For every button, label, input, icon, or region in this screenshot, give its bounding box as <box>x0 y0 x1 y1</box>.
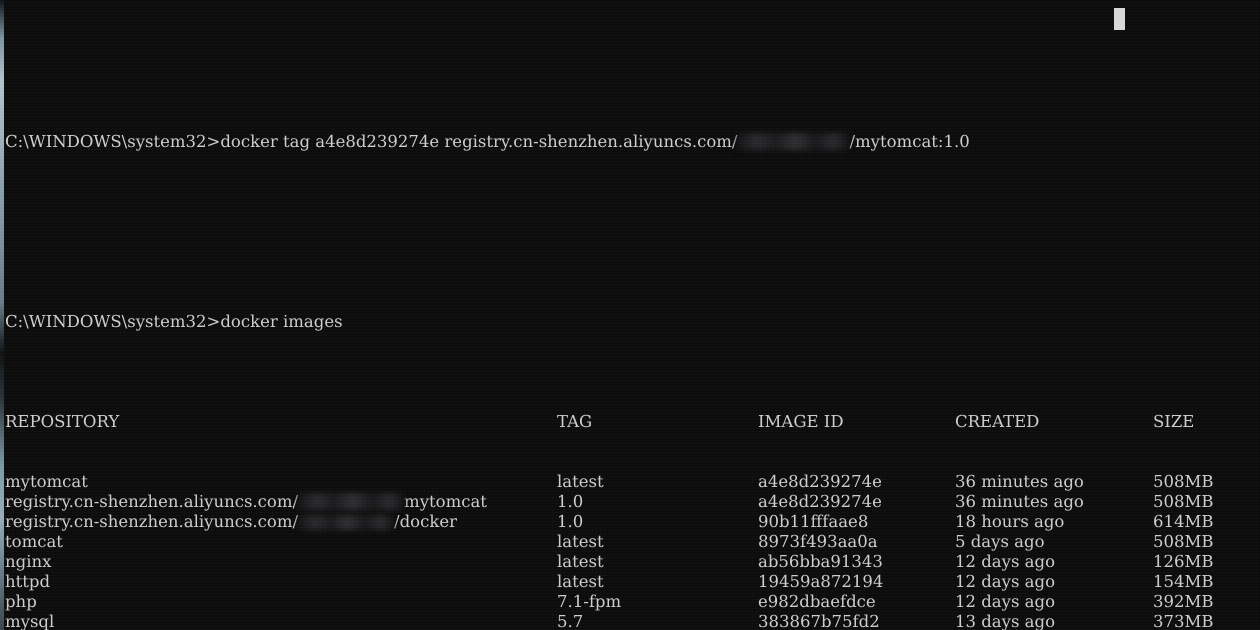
docker-images-command: docker images <box>220 312 343 331</box>
cell-size: 508MB <box>1153 532 1214 551</box>
cell-tag: latest <box>557 472 604 491</box>
cell-size: 392MB <box>1153 592 1214 611</box>
docker-tag-command-prefix: docker tag a4e8d239274e registry.cn-shen… <box>220 132 738 151</box>
namespace-redaction-block <box>298 515 395 530</box>
repository-suffix: mytomcat <box>404 492 487 511</box>
cell-image-id: 90b11fffaae8 <box>758 512 869 531</box>
cell-tag: latest <box>557 572 604 591</box>
cell-created: 36 minutes ago <box>955 492 1084 511</box>
cell-created: 36 minutes ago <box>955 472 1084 491</box>
command-line-docker-images: C:\WINDOWS\system32>docker images <box>5 312 1260 332</box>
column-header-size: SIZE <box>1153 412 1195 431</box>
cell-repository: registry.cn-shenzhen.aliyuncs.com/ /docke… <box>5 512 457 532</box>
cell-image-id: 8973f493aa0a <box>758 532 878 551</box>
cell-size: 614MB <box>1153 512 1214 531</box>
cell-image-id: a4e8d239274e <box>758 472 882 491</box>
cell-tag: 7.1-fpm <box>557 592 622 611</box>
cell-repository: mysql <box>5 612 55 630</box>
text-cursor-block <box>1114 8 1125 30</box>
cell-tag: latest <box>557 532 604 551</box>
cell-image-id: e982dbaefdce <box>758 592 876 611</box>
cell-size: 126MB <box>1153 552 1214 571</box>
cell-repository: nginx <box>5 552 52 571</box>
console-output-area[interactable]: C:\WINDOWS\system32>docker tag a4e8d2392… <box>5 0 1260 630</box>
column-header-image-id: IMAGE ID <box>758 412 844 431</box>
table-row: mysql 5.7 383867b75fd2 13 days ago 373MB <box>5 612 1260 630</box>
table-row: nginx latest ab56bba91343 12 days ago 126MB <box>5 552 1260 572</box>
repository-suffix: /docker <box>394 512 457 531</box>
table-row: registry.cn-shenzhen.aliyuncs.com/ /docke… <box>5 512 1260 532</box>
cell-image-id: 19459a872194 <box>758 572 884 591</box>
column-header-tag: TAG <box>557 412 593 431</box>
repository-prefix: registry.cn-shenzhen.aliyuncs.com/ <box>5 512 299 531</box>
command-line-docker-tag-text: C:\WINDOWS\system32>docker tag a4e8d2392… <box>5 132 1260 152</box>
cell-tag: latest <box>557 552 604 571</box>
cell-image-id: a4e8d239274e <box>758 492 882 511</box>
images-table-header-row: REPOSITORY TAG IMAGE ID CREATED SIZE <box>5 412 1260 432</box>
table-row: httpd latest 19459a872194 12 days ago 154MB <box>5 572 1260 592</box>
cell-created: 5 days ago <box>955 532 1045 551</box>
namespace-redaction-block <box>737 133 850 150</box>
images-table-body: mytomcat latest a4e8d239274e 36 minutes ago… <box>5 472 1260 630</box>
docker-tag-command-suffix: /mytomcat:1.0 <box>849 132 970 151</box>
cell-size: 508MB <box>1153 472 1214 491</box>
cell-repository: registry.cn-shenzhen.aliyuncs.com/mytomc… <box>5 492 487 512</box>
cell-size: 373MB <box>1153 612 1214 630</box>
cell-repository: httpd <box>5 572 51 591</box>
prompt-text: C:\WINDOWS\system32> <box>5 132 221 151</box>
cell-created: 12 days ago <box>955 552 1056 571</box>
cell-repository: php <box>5 592 37 611</box>
cell-repository: mytomcat <box>5 472 88 491</box>
cell-size: 154MB <box>1153 572 1214 591</box>
background-window-edge-sliver <box>0 0 4 630</box>
cell-tag: 5.7 <box>557 612 584 630</box>
column-header-created: CREATED <box>955 412 1040 431</box>
cell-size: 508MB <box>1153 492 1214 511</box>
cell-image-id: ab56bba91343 <box>758 552 883 571</box>
prompt-text: C:\WINDOWS\system32> <box>5 312 221 331</box>
column-header-repository: REPOSITORY <box>5 412 120 431</box>
cell-tag: 1.0 <box>557 512 584 531</box>
cell-created: 12 days ago <box>955 592 1056 611</box>
cell-repository: tomcat <box>5 532 63 551</box>
windows-command-prompt-terminal[interactable]: C:\WINDOWS\system32>docker tag a4e8d2392… <box>0 0 1260 630</box>
namespace-redaction-block <box>298 493 405 510</box>
cell-created: 12 days ago <box>955 572 1056 591</box>
cell-tag: 1.0 <box>557 492 584 511</box>
table-row: php 7.1-fpm e982dbaefdce 12 days ago 392MB <box>5 592 1260 612</box>
table-row: tomcat latest 8973f493aa0a 5 days ago 508MB <box>5 532 1260 552</box>
table-row: mytomcat latest a4e8d239274e 36 minutes ago… <box>5 472 1260 492</box>
table-row: registry.cn-shenzhen.aliyuncs.com/mytomc… <box>5 492 1260 512</box>
cell-created: 18 hours ago <box>955 512 1065 531</box>
repository-prefix: registry.cn-shenzhen.aliyuncs.com/ <box>5 492 299 511</box>
cell-image-id: 383867b75fd2 <box>758 612 880 630</box>
cell-created: 13 days ago <box>955 612 1056 630</box>
command-line-docker-tag <box>5 80 1260 92</box>
